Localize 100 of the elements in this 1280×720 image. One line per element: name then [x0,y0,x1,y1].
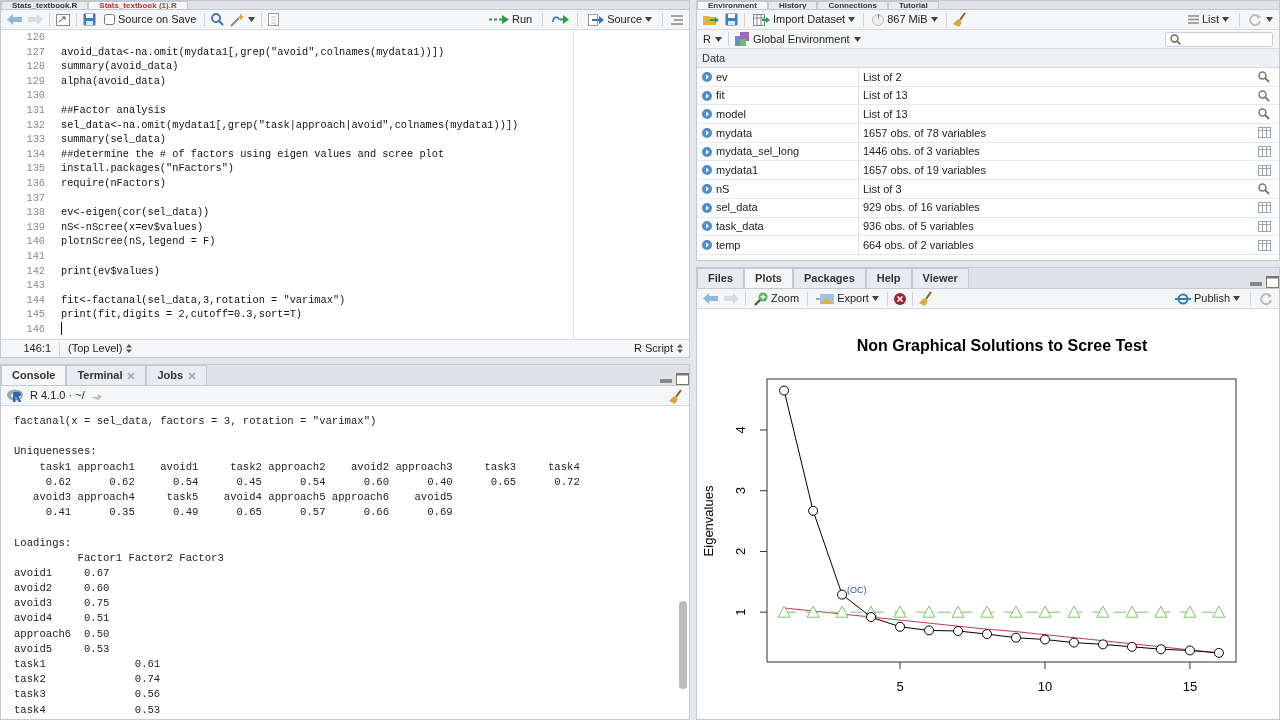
y-tick-label: 4 [733,426,748,434]
variable-value: 664 obs. of 2 variables [863,238,974,251]
scope-selector[interactable]: (Top Level) [68,340,133,357]
x-tick-label: 10 [1037,679,1053,694]
code-line: ##Factor analysis [60,102,167,118]
console-output-line: task2 0.74 [14,673,162,686]
checkbox-label[interactable]: Source on Save [118,11,197,28]
variable-value: 1446 obs. of 3 variables [863,145,980,158]
code-line: avoid_data<-na.omit(mydata1[,grep("avoid",colnames(mydata1))]) [60,44,445,60]
variable-name: sel_data [716,200,758,216]
line-number: 133 [25,132,45,147]
zoom-button[interactable]: Zoom [752,289,802,308]
line-number: 129 [25,73,45,89]
variable-name: mydata [716,125,753,141]
code-line: summary(avoid_data) [60,59,179,74]
console-output-line: avoid4 0.51 [14,612,111,625]
memory-usage-button[interactable]: 867 MiB [870,10,940,29]
line-number: 136 [25,175,45,191]
y-axis-label: Eigenvalues [701,485,716,557]
code-line: require(nFactors) [60,175,167,191]
line-number: 126 [25,30,45,45]
console-output-line: task4 0.53 [14,703,162,716]
console-output-line: 0.62 0.62 0.54 0.45 0.54 0.60 0.40 0.65 0.72 [44,475,581,488]
tab[interactable]: Viewer [911,268,969,288]
line-number: 131 [25,102,45,118]
line-number: 138 [25,205,45,220]
variable-name: temp [716,237,741,253]
language-selector[interactable]: R [703,30,722,48]
console-output-line: avoid3 0.75 [14,597,111,610]
console-output-line: task3 0.56 [14,688,162,701]
line-number: 144 [25,292,45,308]
file-type-selector[interactable]: R Script [633,340,683,357]
line-number: 142 [25,263,45,279]
code-line: fit<-factanal(sel_data,3,rotation = "varimax") [60,292,346,308]
tab[interactable]: Files [697,268,745,288]
y-tick-label: 1 [733,608,748,616]
variable-value: 1657 obs. of 19 variables [863,164,986,177]
console-output-line: Factor1 Factor2 Factor3 [76,551,224,564]
x-tick-label: 5 [896,679,904,694]
console-output-line: approach6 0.50 [14,627,111,640]
cursor-position: 146:1 [22,341,51,357]
variable-value: List of 3 [863,182,902,195]
console-output-line: avoid2 0.60 [14,582,111,595]
line-number: 130 [25,88,45,103]
variable-name: ev [716,69,728,85]
line-number: 137 [25,190,45,206]
variable-name: model [716,106,746,122]
tab[interactable]: Stats_textbook (1).R [88,1,188,9]
tab[interactable]: Tutorial [887,1,939,9]
chart-title: Non Graphical Solutions to Scree Test [856,337,1148,354]
code-line: plotnScree(nS,legend = F) [60,234,216,249]
import-dataset-button[interactable]: Import Dataset [751,10,858,29]
tab[interactable]: Environment [697,1,768,9]
line-number: 128 [25,59,45,74]
line-number: 140 [25,234,45,249]
tab[interactable]: History [767,1,818,9]
code-line: ##determine the # of factors using eigen values and scree plot [60,146,445,162]
tab[interactable]: Help [865,268,912,288]
variable-value: 929 obs. of 16 variables [863,201,980,214]
console-output-line: avoid3 approach4 task5 avoid4 approach5 approach6 avoid5 [32,490,454,503]
section-header: Data [702,52,726,64]
variable-name: task_data [716,219,764,235]
variable-value: List of 13 [863,107,908,120]
view-mode-button[interactable]: List [1185,10,1231,29]
tab[interactable]: Console [1,365,67,385]
code-line: ev<-eigen(cor(sel_data)) [60,205,210,220]
console-output-line: Loadings: [14,536,72,549]
tab[interactable]: Terminal [66,365,147,385]
code-line: alpha(avoid_data) [60,73,167,89]
console-output-line: avoid5 0.53 [14,642,111,655]
code-line: nS<-nScree(x=ev$values) [60,219,204,235]
console-output-line: task1 approach1 avoid1 task2 approach2 avoid2 approach3 task3 task4 [38,460,581,473]
annotation: (OC) [847,584,867,595]
line-number: 141 [25,248,45,264]
tab[interactable]: Jobs [146,365,208,385]
line-number: 139 [25,219,45,235]
tab[interactable]: Connections [817,1,888,9]
tab[interactable]: Stats_textbook.R [1,1,89,9]
console-output-line: Uniquenesses: [14,445,97,458]
x-tick-label: 15 [1182,679,1198,694]
console-output-line: avoid1 0.67 [14,566,111,579]
variable-value: List of 13 [863,89,908,102]
run-button[interactable]: Run [486,10,535,29]
line-number: 143 [25,278,45,293]
source-button[interactable]: Source [586,10,654,29]
line-number: 146 [25,321,45,337]
publish-button[interactable]: Publish [1172,289,1242,308]
tab[interactable]: Packages [793,268,866,288]
tab[interactable]: Plots [744,268,793,288]
code-line: sel_data<-na.omit(mydata1[,grep("task|approach|avoid",colnames(mydata1))]) [60,117,519,133]
console-output-line: 0.41 0.35 0.49 0.65 0.57 0.66 0.69 [44,506,454,519]
r-version: R 4.1.0 · ~/ [30,388,85,404]
line-number: 145 [25,307,45,322]
variable-name: nS [716,181,730,197]
code-line: print(fit,digits = 2,cutoff=0.3,sort=T) [60,307,302,322]
y-tick-label: 2 [733,547,748,556]
environment-selector[interactable]: Global Environment [734,30,861,48]
variable-value: 936 obs. of 5 variables [863,220,974,233]
line-number: 135 [25,161,45,176]
export-button[interactable]: Export [814,289,881,308]
